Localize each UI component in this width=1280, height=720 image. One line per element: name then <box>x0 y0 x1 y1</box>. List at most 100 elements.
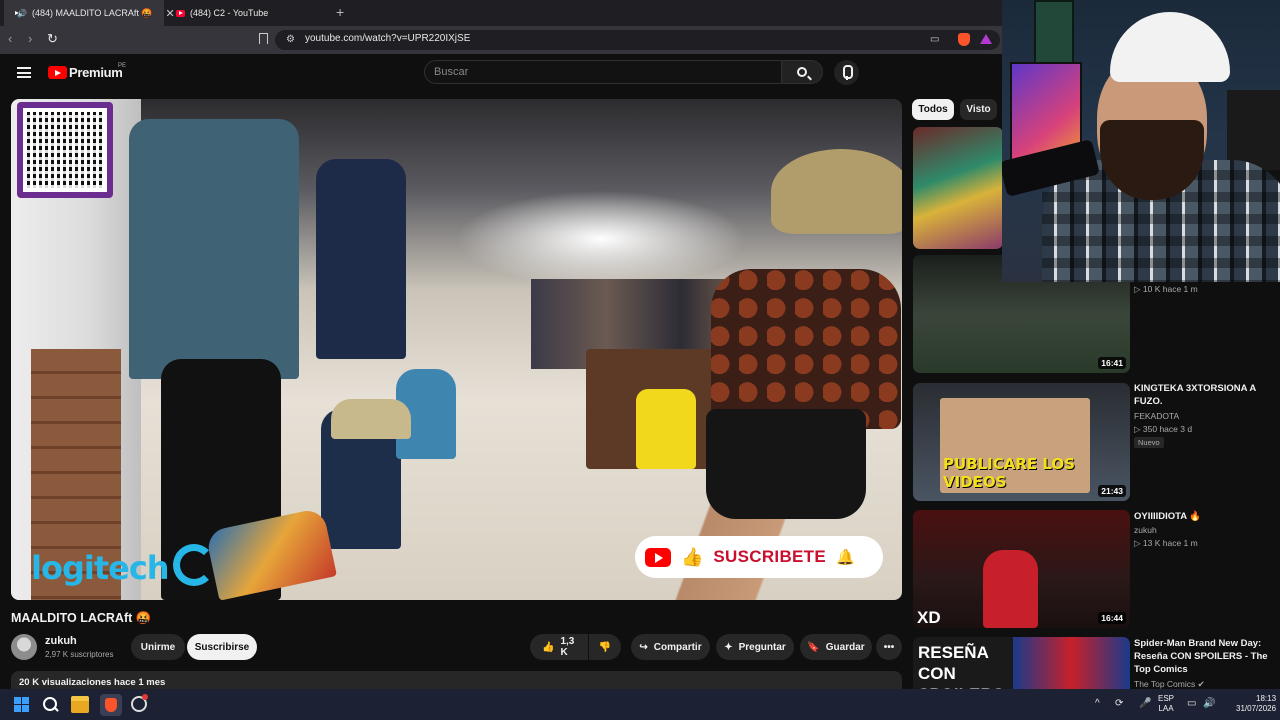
chip-watched[interactable]: Visto <box>960 99 997 120</box>
microphone-icon[interactable]: 🎤 <box>1139 698 1151 709</box>
lang-line-1: ESP <box>1158 694 1175 703</box>
new-badge: Nuevo <box>1134 437 1164 448</box>
video-frame-mannequin-2 <box>316 159 406 359</box>
menu-icon[interactable] <box>17 67 31 78</box>
ask-label: Preguntar <box>738 641 786 653</box>
thumbnail-5[interactable]: RESEÑA CON SPOILERS <box>913 637 1130 689</box>
like-button[interactable]: 👍 1,3 K <box>530 634 588 660</box>
start-icon[interactable] <box>14 697 29 712</box>
youtube-logo-icon[interactable] <box>48 66 67 79</box>
youtube-favicon-icon <box>176 9 185 17</box>
related-stats-4: ▷ 13 K hace 1 m <box>1134 538 1198 548</box>
tab-label: (484) MAALDITO LACRAft 🤬 <box>31 7 153 18</box>
logo-text[interactable]: Premium <box>69 65 123 80</box>
search-button[interactable] <box>781 60 823 84</box>
thumb-5-caption: RESEÑA CON SPOILERS <box>918 643 1004 689</box>
volume-icon[interactable]: 🔊 <box>1203 698 1215 709</box>
ask-button[interactable]: ✦ Preguntar <box>716 634 794 660</box>
lang-line-2: LAA <box>1158 704 1174 713</box>
more-actions-button[interactable]: ••• <box>876 634 902 660</box>
share-icon: ↪ <box>639 641 648 653</box>
related-channel-3[interactable]: FEKADOTA <box>1134 411 1179 421</box>
thumbs-down-icon: 👎 <box>598 641 612 653</box>
browser-tab-strip: 🔊 (484) MAALDITO LACRAft 🤬 ✕ (484) C2 - … <box>0 0 1002 26</box>
language-indicator[interactable]: ESP LAA <box>1158 694 1174 714</box>
video-frame-box <box>331 399 411 439</box>
brave-rewards-icon[interactable] <box>980 34 992 44</box>
related-channel-4[interactable]: zukuh <box>1134 525 1157 535</box>
sparkle-icon: ✦ <box>724 641 733 653</box>
reload-icon[interactable]: ↻ <box>47 31 58 47</box>
webcam-cap <box>1110 12 1230 82</box>
tray-chevron-icon[interactable]: ^ <box>1095 698 1100 709</box>
tab-active[interactable]: 🔊 (484) MAALDITO LACRAft 🤬 ✕ <box>4 0 175 26</box>
related-stats-1: ▷ 10 K hace 1 m <box>1134 284 1198 294</box>
site-info-icon[interactable]: ⚙ <box>286 34 295 45</box>
country-code: PE <box>118 63 127 69</box>
views-line: 20 K visualizaciones hace 1 mes <box>19 677 166 688</box>
clock-time: 18:13 <box>1256 694 1277 703</box>
save-button[interactable]: 🔖 Guardar <box>800 634 872 660</box>
thumbs-up-icon: 👍 <box>542 641 555 653</box>
video-frame-blouse <box>711 269 901 429</box>
more-icon: ••• <box>883 641 895 653</box>
logitech-g-logo-icon <box>173 544 215 586</box>
logitech-watermark: logitech <box>31 549 170 587</box>
obs-icon[interactable] <box>131 694 148 712</box>
subscribe-overlay: 👍 SUSCRIBETE 🔔 <box>635 536 883 578</box>
tab-label: (484) C2 - YouTube <box>190 8 269 18</box>
search-placeholder: Buscar <box>434 66 469 78</box>
network-icon[interactable]: ▭ <box>1187 698 1196 709</box>
save-label: Guardar <box>825 641 865 653</box>
chip-all[interactable]: Todos <box>912 99 954 120</box>
thumbnail-1[interactable] <box>913 127 1003 249</box>
new-tab-icon[interactable]: + <box>336 4 344 20</box>
dislike-button[interactable]: 👎 <box>589 634 621 660</box>
video-title: MAALDITO LACRAft 🤬 <box>11 611 152 625</box>
file-explorer-icon[interactable] <box>71 696 89 713</box>
share-button[interactable]: ↪ Compartir <box>631 634 710 660</box>
clock[interactable]: 18:13 31/07/2026 <box>1236 694 1276 714</box>
video-frame-mannequin-shirt <box>129 119 299 379</box>
join-button[interactable]: Unirme <box>131 634 185 660</box>
thumbnail-4[interactable]: XD 16:44 <box>913 510 1130 628</box>
video-frame-yellow-shirt <box>636 389 696 469</box>
bookmark-icon[interactable] <box>259 33 268 44</box>
like-count: 1,3 K <box>560 636 575 658</box>
duration-2: 16:41 <box>1098 357 1126 369</box>
taskbar-search-icon[interactable] <box>42 696 60 713</box>
search-icon <box>797 67 807 77</box>
related-title-4[interactable]: OYIIIIDIOTA 🔥 <box>1134 510 1274 523</box>
thumbnail-3[interactable]: PUBLICARE LOS VIDEOS 21:43 <box>913 383 1130 501</box>
video-player[interactable]: logitech 👍 SUSCRIBETE 🔔 <box>11 99 902 600</box>
search-input[interactable] <box>424 60 782 84</box>
related-stats-3: ▷ 350 hace 3 d <box>1134 424 1193 434</box>
subscribe-button[interactable]: Suscribirse <box>187 634 257 660</box>
clock-date: 31/07/2026 <box>1236 704 1277 713</box>
sync-icon[interactable]: ⟳ <box>1115 698 1123 709</box>
thumbs-up-icon: 👍 <box>681 546 704 567</box>
channel-avatar[interactable] <box>11 634 37 660</box>
brave-browser-icon[interactable] <box>100 694 122 716</box>
forward-icon[interactable]: › <box>28 31 32 46</box>
channel-name[interactable]: zukuh <box>45 635 77 647</box>
related-title-3[interactable]: KINGTEKA 3XTORSIONA A FUZO. <box>1134 382 1274 408</box>
cast-icon[interactable]: ▭ <box>930 34 939 45</box>
brave-shields-icon[interactable] <box>958 33 970 46</box>
thumb-5-spiderman <box>1013 637 1130 689</box>
duration-3: 21:43 <box>1098 485 1126 497</box>
address-bar-row: ‹ › ↻ <box>0 26 1002 54</box>
thumb-4-caption: XD <box>917 608 941 627</box>
thumb-4-person <box>983 550 1038 628</box>
webcam-overlay <box>1002 0 1280 282</box>
back-icon[interactable]: ‹ <box>8 31 12 46</box>
url-text[interactable]: youtube.com/watch?v=UPR220IXjSE <box>305 33 470 44</box>
voice-search-icon[interactable] <box>834 60 859 85</box>
video-frame-shorts-black <box>706 409 866 519</box>
youtube-logo-icon <box>645 547 671 567</box>
video-frame-hat <box>771 149 902 234</box>
related-title-5[interactable]: Spider-Man Brand New Day: Reseña CON SPO… <box>1134 637 1274 676</box>
subscribe-overlay-text: SUSCRIBETE <box>713 547 826 566</box>
duration-4: 16:44 <box>1098 612 1126 624</box>
tab-inactive[interactable]: (484) C2 - YouTube <box>168 0 328 26</box>
